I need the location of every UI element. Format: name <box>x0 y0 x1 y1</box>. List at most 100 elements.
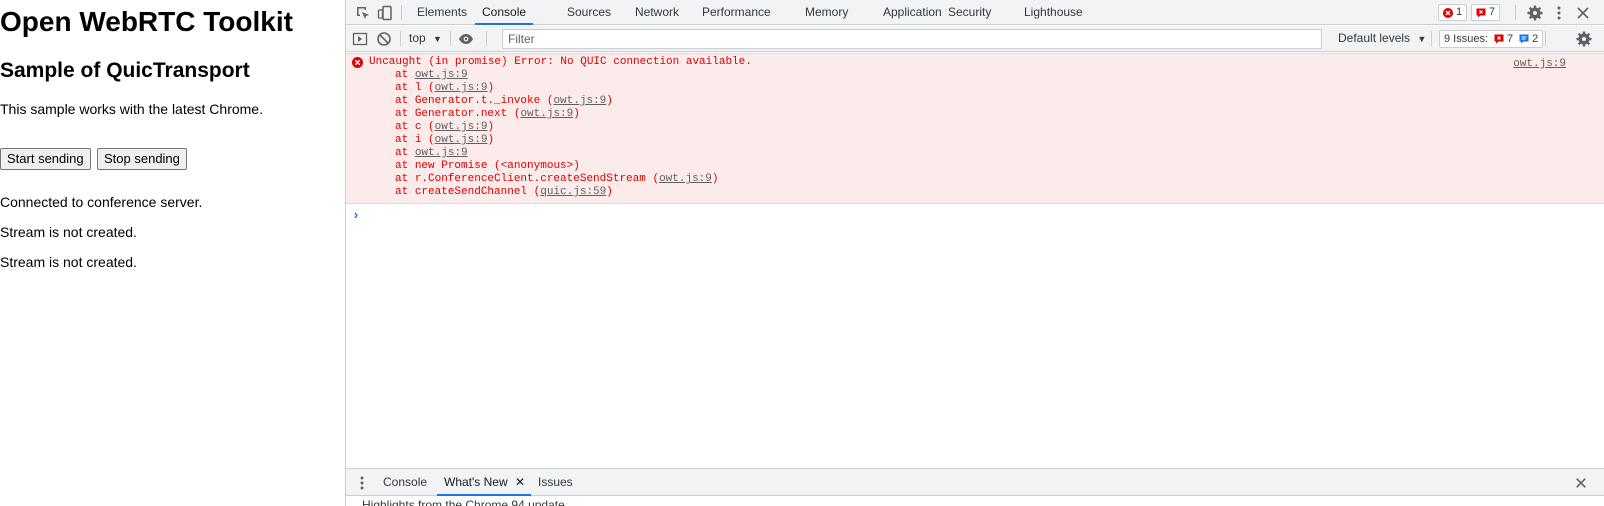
stack-frame: at owt.js:9 <box>395 69 468 82</box>
stack-frame-location: <anonymous> <box>500 160 574 172</box>
stack-frame-link[interactable]: owt.js:9 <box>520 108 573 120</box>
stack-frame-link[interactable]: owt.js:9 <box>435 134 488 146</box>
toolbar-divider <box>401 5 402 20</box>
stack-frame-prefix: at <box>395 95 415 107</box>
stack-frame-function: new Promise <box>414 160 488 172</box>
stack-frame-prefix: at <box>395 147 415 159</box>
more-options-icon[interactable] <box>1549 3 1569 23</box>
console-output: Uncaught (in promise) Error: No QUIC con… <box>346 53 1604 468</box>
whats-new-content: Highlights from the Chrome 94 update <box>362 498 565 506</box>
tab-performance[interactable]: Performance <box>702 0 771 25</box>
drawer-menu-icon[interactable] <box>352 473 372 493</box>
stack-frame: at owt.js:9 <box>395 147 468 160</box>
console-filter-input[interactable] <box>502 29 1322 49</box>
stack-frame-prefix: at <box>395 108 415 120</box>
tab-memory[interactable]: Memory <box>805 0 848 25</box>
console-prompt[interactable]: › <box>352 208 360 223</box>
stack-frame-link[interactable]: owt.js:9 <box>435 121 488 133</box>
status-line: Connected to conference server. <box>0 194 203 210</box>
log-levels-value: Default levels <box>1338 31 1411 45</box>
issue-info-icon <box>1519 34 1529 44</box>
tab-network[interactable]: Network <box>635 0 679 25</box>
stop-sending-button[interactable]: Stop sending <box>97 148 187 170</box>
issue-error-icon <box>1476 8 1486 17</box>
stack-frame-prefix: at <box>395 121 415 133</box>
devtools-drawer: Console What's New ✕ Issues <box>346 468 1604 496</box>
stack-frame: at Generator.t._invoke (owt.js:9) <box>395 95 613 107</box>
status-line: Stream is not created. <box>0 224 137 240</box>
error-circle-icon <box>352 57 363 68</box>
stack-frame: at Generator.next (owt.js:9) <box>395 108 580 120</box>
console-error-message[interactable]: Uncaught (in promise) Error: No QUIC con… <box>346 53 1604 204</box>
issues-button[interactable]: 9 Issues: 7 2 <box>1439 30 1544 48</box>
tab-elements[interactable]: Elements <box>417 0 467 25</box>
device-toolbar-icon[interactable] <box>375 3 395 23</box>
stack-frame: at l (owt.js:9) <box>395 82 495 94</box>
stack-frame-link[interactable]: owt.js:9 <box>659 173 712 185</box>
issues-label: 9 Issues: <box>1444 32 1489 45</box>
error-source-link[interactable]: owt.js:9 <box>1513 58 1566 70</box>
start-sending-button[interactable]: Start sending <box>0 148 91 170</box>
error-icon <box>1443 7 1453 18</box>
warning-count: 7 <box>1489 6 1496 18</box>
page-subtitle: Sample of QuicTransport <box>0 59 250 82</box>
toolbar-divider <box>1431 31 1432 46</box>
page-title: Open WebRTC Toolkit <box>0 6 293 37</box>
toolbar-divider <box>486 31 487 46</box>
clear-console-icon[interactable] <box>374 29 394 49</box>
close-drawer-icon[interactable] <box>1571 473 1591 493</box>
issues-info-count: 2 <box>1532 32 1539 45</box>
stack-frame-function: r.ConferenceClient.createSendStream <box>414 173 646 185</box>
stack-frame-link[interactable]: owt.js:9 <box>435 82 488 94</box>
error-text: Uncaught (in promise) Error: No QUIC con… <box>369 56 752 68</box>
issue-count-badge[interactable]: 7 <box>1471 4 1501 21</box>
stack-frame: at c (owt.js:9) <box>395 121 495 133</box>
error-count: 1 <box>1456 6 1463 18</box>
drawer-tab-whats-new-label: What's New <box>444 475 508 489</box>
page-description: This sample works with the latest Chrome… <box>0 101 263 117</box>
toolbar-divider <box>400 31 401 46</box>
stack-frame-prefix: at <box>395 82 415 94</box>
tab-console[interactable]: Console <box>475 0 534 25</box>
web-page: Open WebRTC Toolkit Sample of QuicTransp… <box>0 0 345 506</box>
sidebar-toggle-icon[interactable] <box>350 29 370 49</box>
live-expression-eye-icon[interactable] <box>456 29 476 49</box>
issues-error-count: 7 <box>1507 32 1514 45</box>
stack-frame: at new Promise (<anonymous>) <box>395 160 580 172</box>
stack-frame-link[interactable]: quic.js:59 <box>540 186 606 198</box>
devtools-panel: Elements Console Sources Network Perform… <box>345 0 1604 506</box>
console-toolbar: top ▼ Default levels ▼ 9 Issues: 7 2 <box>346 26 1604 52</box>
stack-frame-function: createSendChannel <box>414 186 528 198</box>
inspect-element-icon[interactable] <box>353 3 373 23</box>
log-levels-dropdown[interactable]: Default levels ▼ <box>1338 26 1426 52</box>
error-count-badge[interactable]: 1 <box>1438 4 1468 21</box>
toolbar-divider <box>1545 31 1546 46</box>
drawer-tab-whats-new[interactable]: What's New ✕ <box>437 469 532 496</box>
issue-error-icon <box>1494 34 1504 44</box>
dropdown-arrow-icon: ▼ <box>433 34 442 44</box>
tab-security[interactable]: Security <box>948 0 991 25</box>
dropdown-arrow-icon: ▼ <box>1417 34 1427 44</box>
drawer-tab-issues[interactable]: Issues <box>538 469 573 496</box>
settings-gear-icon[interactable] <box>1525 3 1545 23</box>
stack-frame-function: c <box>414 121 422 133</box>
tab-lighthouse[interactable]: Lighthouse <box>1024 0 1083 25</box>
stack-frame-link[interactable]: owt.js:9 <box>553 95 606 107</box>
console-settings-gear-icon[interactable] <box>1574 29 1594 49</box>
context-selector[interactable]: top ▼ <box>409 26 442 52</box>
tab-application[interactable]: Application <box>883 0 942 25</box>
stack-frame-prefix: at <box>395 69 415 81</box>
stack-frame-link[interactable]: owt.js:9 <box>415 147 468 159</box>
close-tab-icon[interactable]: ✕ <box>515 475 525 489</box>
toolbar-divider <box>450 31 451 46</box>
stack-frame-function: Generator.t._invoke <box>414 95 541 107</box>
devtools-tabbar: Elements Console Sources Network Perform… <box>346 0 1604 25</box>
tab-sources[interactable]: Sources <box>567 0 611 25</box>
stack-frame: at r.ConferenceClient.createSendStream (… <box>395 173 719 185</box>
stack-frame-function: i <box>414 134 422 146</box>
drawer-tab-console[interactable]: Console <box>383 469 427 496</box>
stack-frame-link[interactable]: owt.js:9 <box>415 69 468 81</box>
stack-frame-prefix: at <box>395 173 415 185</box>
close-devtools-icon[interactable] <box>1573 3 1593 23</box>
stack-frame-prefix: at <box>395 134 415 146</box>
